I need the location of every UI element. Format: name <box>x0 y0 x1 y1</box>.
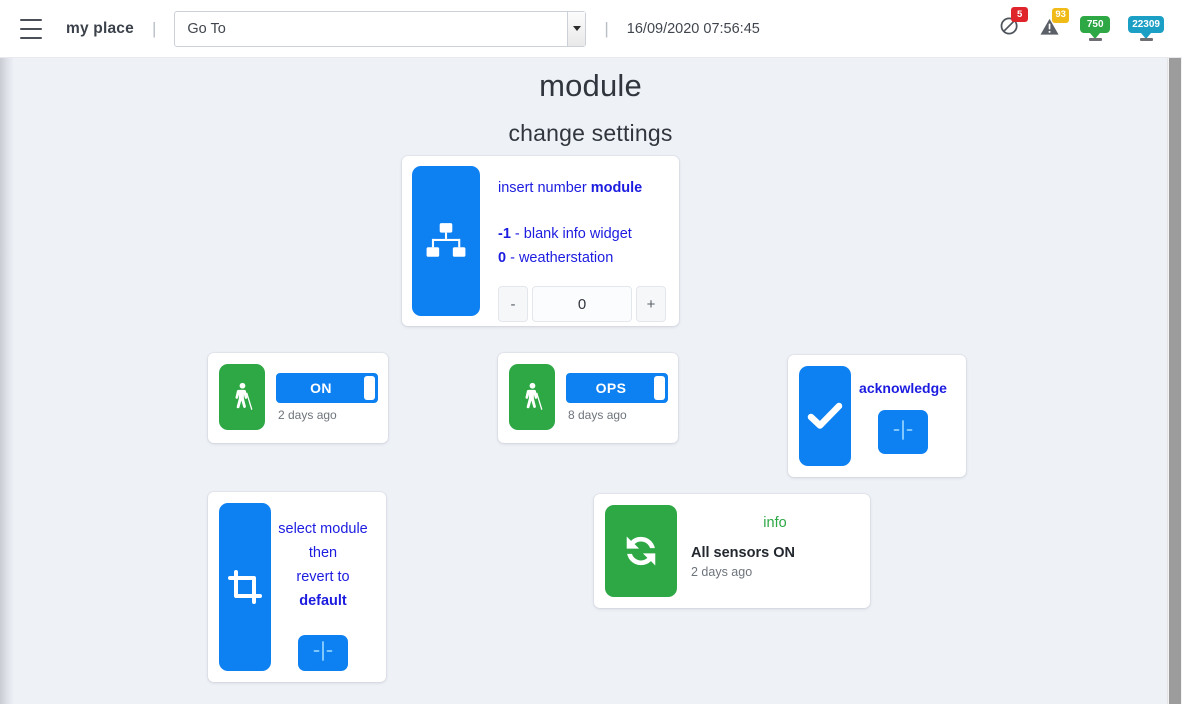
module-heading-plain: insert number <box>498 180 591 196</box>
revert-line-bold: default <box>299 593 347 609</box>
hamburger-icon[interactable] <box>20 18 44 39</box>
module-option-value: -1 <box>498 226 511 242</box>
toggle-card-ops: OPS 8 days ago <box>498 353 678 443</box>
acknowledge-action-button[interactable] <box>878 410 928 454</box>
sync-icon <box>605 505 677 597</box>
sitemap-icon <box>412 166 480 316</box>
chevron-down-icon[interactable] <box>567 11 586 46</box>
vertical-scrollbar-thumb[interactable] <box>1169 46 1181 704</box>
toggle-card-on-body: ON 2 days ago <box>276 364 378 422</box>
status-no-entry-badge: 5 <box>1011 7 1029 22</box>
status-warning[interactable]: 93 <box>1039 7 1070 42</box>
blind-person-icon <box>219 364 265 430</box>
info-card: info All sensors ON 2 days ago <box>594 494 870 608</box>
module-number-stepper: - 0 + <box>498 286 666 322</box>
status-pin-teal[interactable]: 22309 <box>1128 16 1164 41</box>
brand-title: my place <box>66 19 134 37</box>
acknowledge-title: acknowledge <box>859 380 947 396</box>
page-title: module <box>539 68 642 103</box>
pin-base <box>1088 38 1102 41</box>
info-card-heading: info <box>763 515 787 531</box>
toggle-state-label: OPS <box>595 380 627 396</box>
header-separator-right: | <box>604 18 609 38</box>
info-card-body: info All sensors ON 2 days ago <box>677 505 859 597</box>
acknowledge-card-body: acknowledge <box>851 366 955 466</box>
header-timestamp: 16/09/2020 07:56:45 <box>626 20 760 37</box>
module-card: insert number module -1 - blank info wid… <box>402 156 679 326</box>
blind-person-icon <box>509 364 555 430</box>
left-gutter <box>0 58 14 704</box>
toggle-knob <box>364 376 375 400</box>
revert-line: revert to <box>296 569 350 585</box>
toggle-card-on: ON 2 days ago <box>208 353 388 443</box>
module-option-value: 0 <box>498 250 507 266</box>
module-card-heading: insert number module <box>498 180 669 196</box>
module-option-label: - weatherstation <box>506 250 614 266</box>
main-content: module change settings insert number mod… <box>14 58 1167 704</box>
toggle-switch-ops[interactable]: OPS <box>566 373 668 403</box>
revert-line: select module <box>278 521 368 537</box>
module-option-label: - blank info widget <box>510 226 632 242</box>
goto-select-label: Go To <box>187 20 226 37</box>
stepper-increment-button[interactable]: + <box>636 286 666 322</box>
revert-default-text: select module then revert to default <box>278 517 367 613</box>
status-warning-badge: 93 <box>1052 7 1070 23</box>
app-header: my place | Go To | 16/09/2020 07:56:45 5 <box>0 0 1182 58</box>
status-pin-green-count: 750 <box>1080 16 1111 33</box>
revert-default-card: select module then revert to default <box>208 492 386 682</box>
minus-vertical-icon <box>310 638 336 669</box>
stepper-decrement-button[interactable]: - <box>498 286 528 322</box>
status-icon-group: 5 93 750 22309 <box>999 7 1164 42</box>
toggle-state-label: ON <box>310 380 332 396</box>
module-option-row: 0 - weatherstation <box>498 246 669 270</box>
crop-icon <box>219 503 271 671</box>
status-pin-green[interactable]: 750 <box>1080 16 1111 41</box>
acknowledge-card: acknowledge <box>788 355 966 477</box>
module-options-list: -1 - blank info widget 0 - weatherstatio… <box>498 222 669 270</box>
module-card-body: insert number module -1 - blank info wid… <box>480 166 669 322</box>
toggle-switch-on[interactable]: ON <box>276 373 378 403</box>
module-option-row: -1 - blank info widget <box>498 222 669 246</box>
goto-select[interactable]: Go To <box>174 10 587 47</box>
toggle-timestamp: 8 days ago <box>568 408 627 422</box>
header-separator-left: | <box>151 18 157 38</box>
revert-line: then <box>308 545 338 561</box>
pin-base <box>1139 38 1153 41</box>
info-card-message: All sensors ON <box>691 545 795 561</box>
info-card-timestamp: 2 days ago <box>691 565 753 579</box>
minus-vertical-icon <box>890 417 916 448</box>
toggle-timestamp: 2 days ago <box>278 408 337 422</box>
check-icon <box>799 366 851 466</box>
status-no-entry[interactable]: 5 <box>999 7 1029 42</box>
module-heading-bold: module <box>590 180 643 196</box>
revert-default-action-button[interactable] <box>298 635 348 671</box>
status-pin-teal-count: 22309 <box>1128 16 1164 33</box>
toggle-card-ops-body: OPS 8 days ago <box>566 364 668 422</box>
page-subtitle: change settings <box>508 120 673 146</box>
revert-default-card-body: select module then revert to default <box>271 503 375 671</box>
toggle-knob <box>654 376 665 400</box>
stepper-value-input[interactable]: 0 <box>532 286 632 322</box>
